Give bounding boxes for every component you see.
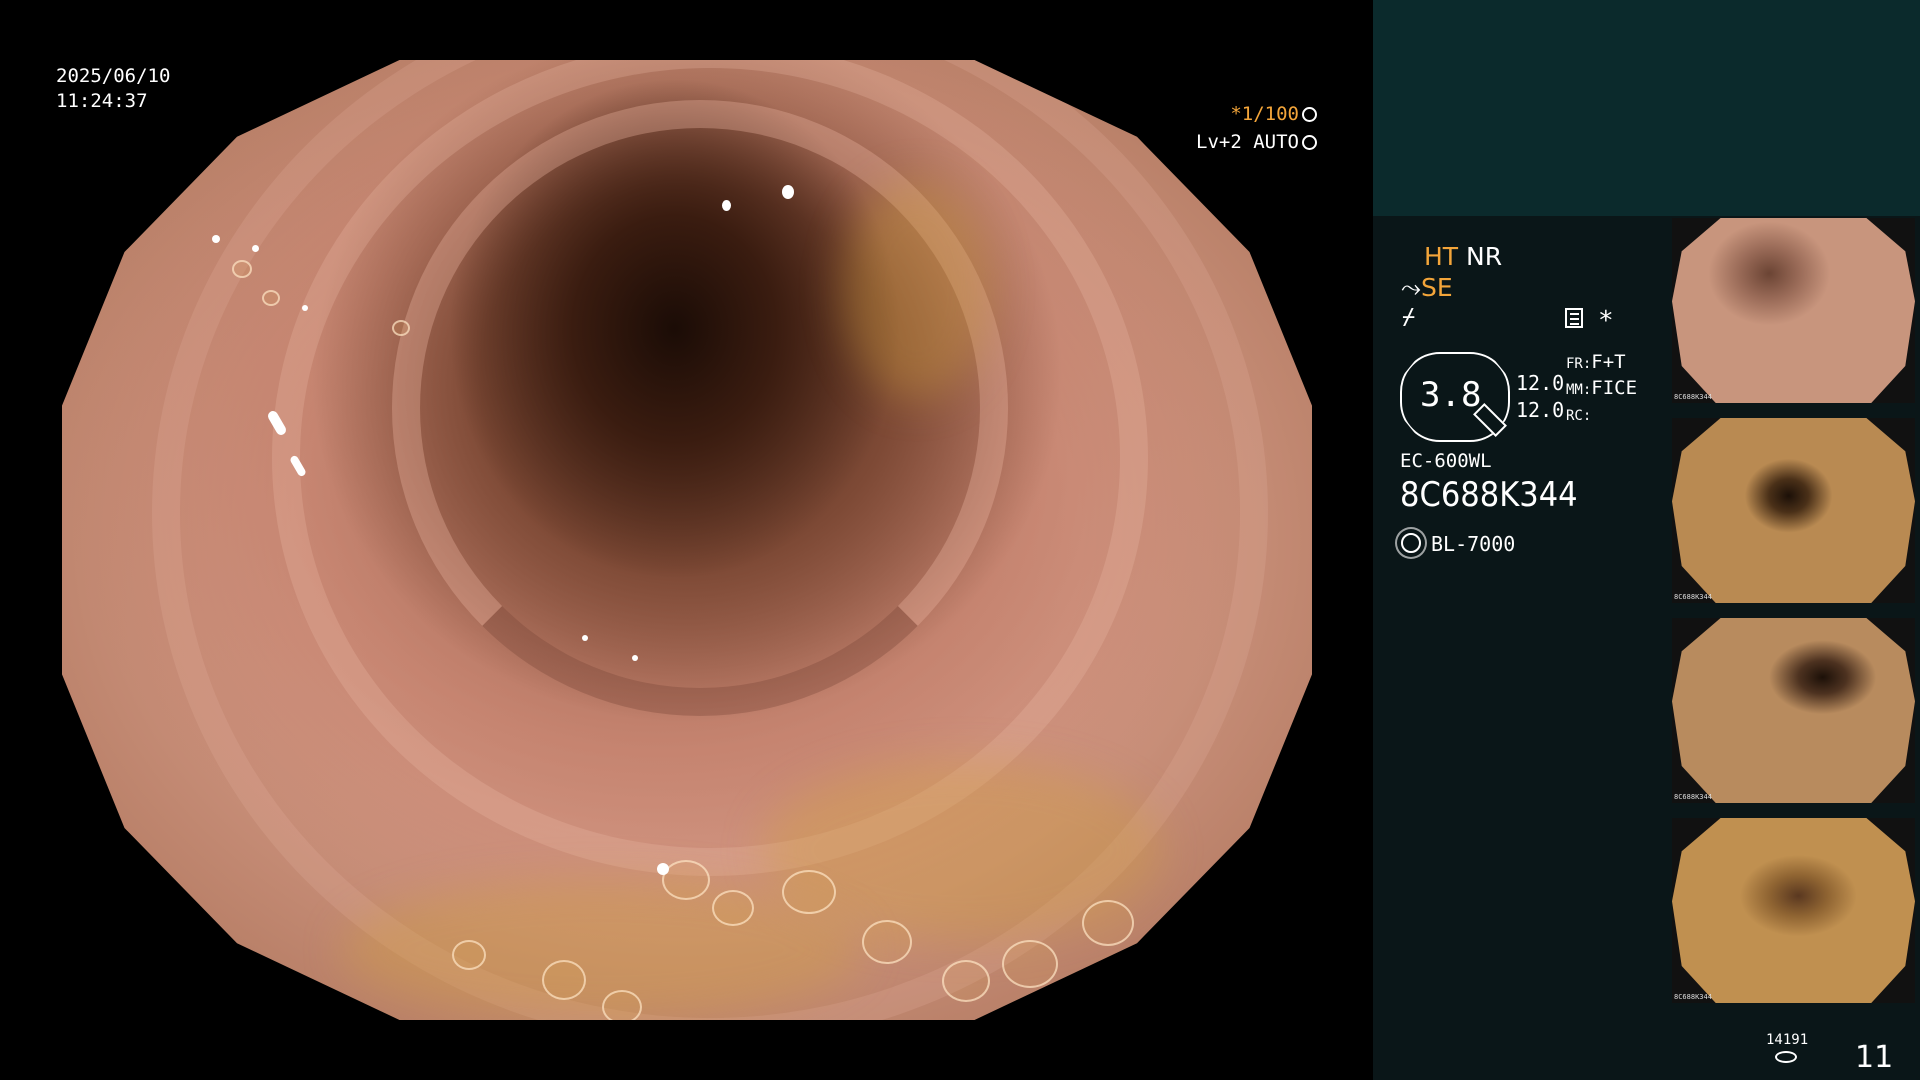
mode-value: 3.8: [1420, 375, 1482, 415]
rc-key: RC:: [1566, 408, 1592, 424]
panel-header-area: [1373, 0, 1920, 216]
ht-mode: HT: [1424, 242, 1459, 271]
light-source: BL-7000: [1401, 532, 1515, 556]
bubble: [452, 940, 486, 970]
light-reflection: [722, 200, 731, 211]
value-1: 12.0: [1516, 371, 1565, 395]
scope-model: EC-600WL: [1400, 450, 1492, 472]
bile-stain: [842, 180, 992, 400]
shutter-speed: *1/100: [1230, 103, 1299, 125]
exposure-info: *1/100 Lv+2 AUTO: [1196, 100, 1317, 156]
capture-datetime: 2025/06/10 11:24:37: [56, 64, 170, 114]
light-reflection: [657, 863, 669, 875]
mode-labels: FR:F+T MM:FICE RC:: [1566, 350, 1637, 428]
se-mode: SE: [1421, 273, 1453, 302]
value-2: 12.0: [1516, 398, 1565, 422]
fr-value: F+T: [1591, 351, 1626, 373]
thumbnail-image: [1672, 218, 1915, 403]
thumbnail-image: [1672, 418, 1915, 603]
storage-icon: [1775, 1051, 1797, 1063]
aperture-icon: [1302, 107, 1317, 122]
bubble: [712, 890, 754, 926]
brightness-level: Lv+2 AUTO: [1196, 131, 1299, 153]
thumbnail-caption: 8C688K344: [1674, 993, 1712, 1001]
freeze-icon: ⌿: [1402, 305, 1416, 330]
light-reflection: [302, 305, 308, 311]
thumbnail-3[interactable]: 8C688K344: [1672, 618, 1915, 803]
light-reflection: [252, 245, 259, 252]
bubble: [232, 260, 252, 278]
light-reflection: [632, 655, 638, 661]
thumbnail-image: [1672, 618, 1915, 803]
mm-value: FICE: [1591, 377, 1638, 399]
bubble: [1082, 900, 1134, 946]
light-source-model: BL-7000: [1431, 532, 1516, 556]
capture-date: 2025/06/10: [56, 65, 171, 87]
asterisk-icon: *: [1598, 306, 1614, 336]
thumbnail-2[interactable]: 8C688K344: [1672, 418, 1915, 603]
bubble: [392, 320, 410, 336]
structure-enhancement: ⤳SE: [1401, 273, 1453, 303]
nr-mode: NR: [1466, 242, 1503, 271]
thumbnail-caption: 8C688K344: [1674, 393, 1712, 401]
thumbnail-caption: 8C688K344: [1674, 593, 1712, 601]
image-count: 11: [1855, 1040, 1894, 1075]
light-reflection: [212, 235, 220, 243]
thumbnail-4[interactable]: 8C688K344: [1672, 818, 1915, 1003]
bubble: [782, 870, 836, 914]
auto-iris-icon: [1302, 135, 1317, 150]
endoscope-view: [62, 60, 1312, 1020]
processing-modes: HT NR: [1424, 242, 1502, 271]
storage-count: 14191: [1766, 1032, 1809, 1048]
magnification-values: 12.0 12.0: [1516, 370, 1564, 424]
bubble: [262, 290, 280, 306]
fr-key: FR:: [1566, 356, 1592, 372]
light-icon: [1401, 533, 1421, 553]
settings-list-icon: [1565, 308, 1583, 328]
mm-key: MM:: [1566, 382, 1592, 398]
bubble: [662, 860, 710, 900]
bubble: [942, 960, 990, 1002]
bubble: [602, 990, 642, 1020]
capture-time: 11:24:37: [56, 90, 148, 112]
bubble: [862, 920, 912, 964]
light-reflection: [582, 635, 588, 641]
bubble: [542, 960, 586, 1000]
thumbnail-1[interactable]: 8C688K344: [1672, 218, 1915, 403]
scope-serial: 8C688K344: [1400, 475, 1578, 515]
thumbnail-caption: 8C688K344: [1674, 793, 1712, 801]
bubble: [1002, 940, 1058, 988]
enhance-icon: ⤳: [1401, 273, 1422, 302]
light-reflection: [782, 185, 794, 199]
thumbnail-image: [1672, 818, 1915, 1003]
